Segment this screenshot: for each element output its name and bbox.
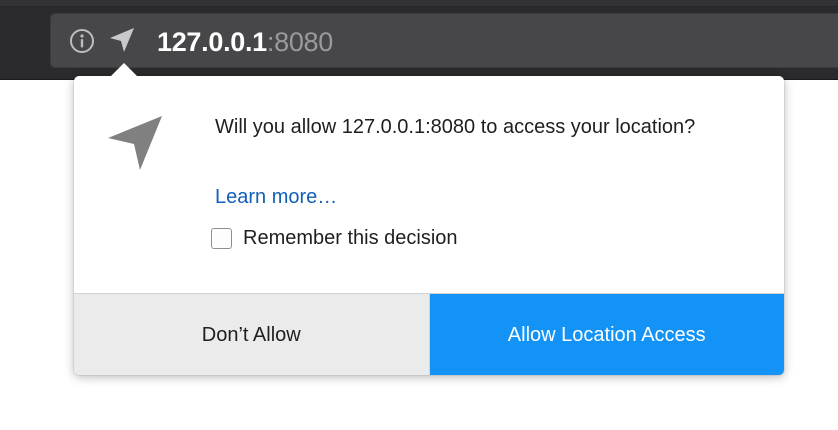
panel-footer: Don’t Allow Allow Location Access <box>74 293 784 375</box>
dont-allow-button[interactable]: Don’t Allow <box>74 294 430 375</box>
tab-strip-edge <box>0 0 838 7</box>
remember-decision-label[interactable]: Remember this decision <box>243 225 458 251</box>
panel-anchor-arrow <box>110 63 138 77</box>
url-bar[interactable]: 127.0.0.1:8080 <box>50 13 838 68</box>
remember-decision-option[interactable]: Remember this decision <box>211 225 458 251</box>
learn-more-link[interactable]: Learn more… <box>215 184 337 210</box>
remember-decision-checkbox[interactable] <box>211 227 232 249</box>
url-host: 127.0.0.1 <box>157 27 267 57</box>
allow-location-access-button[interactable]: Allow Location Access <box>429 294 784 375</box>
location-arrow-icon[interactable] <box>107 25 137 55</box>
url-text[interactable]: 127.0.0.1:8080 <box>157 25 333 59</box>
url-port: :8080 <box>266 27 333 57</box>
location-permission-panel: Will you allow 127.0.0.1:8080 to access … <box>74 76 784 375</box>
location-arrow-icon <box>106 114 164 172</box>
info-icon[interactable] <box>69 28 95 54</box>
permission-message: Will you allow 127.0.0.1:8080 to access … <box>215 116 696 138</box>
